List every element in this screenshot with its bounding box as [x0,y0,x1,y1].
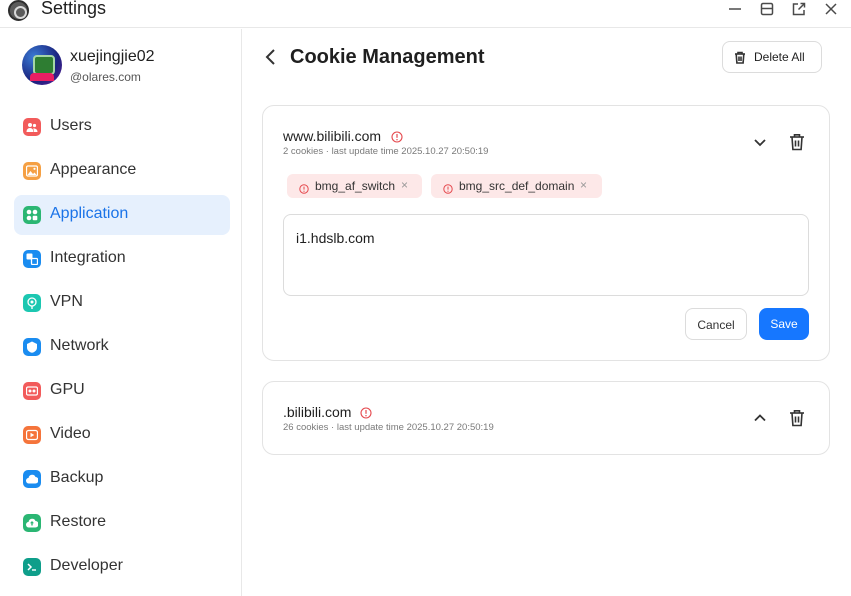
warning-info-icon [360,406,372,419]
avatar[interactable] [22,45,62,85]
cookie-domain-card: www.bilibili.com 2 cookies · last update… [262,105,830,361]
sidebar-item-label: Video [50,425,91,442]
title-bar: Settings [0,0,851,28]
trash-icon [734,51,746,64]
cookie-value-textarea[interactable]: i1.hdslb.com [283,214,809,296]
sidebar-item-label: Backup [50,469,104,486]
cookie-domain: .bilibili.com [283,404,352,420]
sidebar-item-label: Users [50,117,92,134]
cookie-chip-name: bmg_src_def_domain [459,179,575,193]
app-title: Settings [41,0,107,18]
save-button[interactable]: Save [759,308,809,340]
trash-icon[interactable] [789,133,805,151]
cookie-meta: 2 cookies · last update time 2025.10.27 … [283,146,489,157]
cookie-chip[interactable]: bmg_src_def_domain × [431,174,602,198]
backup-icon [23,470,41,488]
main-content: Cookie Management Delete All www.bilibil… [243,29,851,596]
sidebar-item-developer[interactable]: Developer [14,547,230,587]
sidebar-item-vpn[interactable]: VPN [14,283,230,323]
developer-icon [23,558,41,576]
cookie-domain-card: .bilibili.com 26 cookies · last update t… [262,381,830,455]
warning-info-icon [443,181,453,194]
cancel-button[interactable]: Cancel [685,308,747,340]
remove-chip-icon[interactable]: × [401,178,408,192]
cookie-chip-name: bmg_af_switch [315,179,396,193]
sidebar-item-gpu[interactable]: GPU [14,371,230,411]
warning-info-icon [299,181,309,194]
sidebar-item-label: Integration [50,249,126,266]
settings-app-icon [8,0,29,21]
chevron-up-icon[interactable] [752,410,768,426]
users-icon [23,118,41,136]
sidebar-item-video[interactable]: Video [14,415,230,455]
user-domain: @olares.com [70,70,141,84]
username: xuejingjie02 [70,48,155,65]
trash-icon[interactable] [789,409,805,427]
save-label: Save [770,317,798,331]
restore-icon[interactable] [759,1,775,17]
warning-info-icon [391,130,403,143]
delete-all-button[interactable]: Delete All [722,41,822,73]
cookie-value: i1.hdslb.com [296,230,375,246]
sidebar-nav: Users Appearance Application Integration… [14,107,230,591]
sidebar-item-label: Restore [50,513,107,530]
application-icon [23,206,41,224]
sidebar-item-integration[interactable]: Integration [14,239,230,279]
restore-icon [23,514,41,532]
sidebar-item-label: Application [50,205,129,222]
sidebar-item-users[interactable]: Users [14,107,230,147]
cookie-meta: 26 cookies · last update time 2025.10.27… [283,422,494,433]
minimize-icon[interactable] [727,1,743,17]
cookie-chip[interactable]: bmg_af_switch × [287,174,422,198]
sidebar: xuejingjie02 @olares.com Users Appearanc… [0,29,242,596]
popout-icon[interactable] [791,1,807,17]
sidebar-item-restore[interactable]: Restore [14,503,230,543]
vpn-icon [23,294,41,312]
network-icon [23,338,41,356]
close-icon[interactable] [823,1,839,17]
sidebar-item-label: Appearance [50,161,137,178]
cookie-domain: www.bilibili.com [283,128,382,144]
gpu-icon [23,382,41,400]
chevron-down-icon[interactable] [752,134,768,150]
sidebar-item-application[interactable]: Application [14,195,230,235]
sidebar-item-label: Network [50,337,109,354]
sidebar-item-network[interactable]: Network [14,327,230,367]
sidebar-item-label: Developer [50,557,123,574]
page-title: Cookie Management [290,46,485,68]
remove-chip-icon[interactable]: × [580,178,587,192]
delete-all-label: Delete All [754,50,805,64]
sidebar-item-label: VPN [50,293,83,310]
video-icon [23,426,41,444]
sidebar-item-backup[interactable]: Backup [14,459,230,499]
sidebar-item-label: GPU [50,381,85,398]
appearance-icon [23,162,41,180]
sidebar-item-appearance[interactable]: Appearance [14,151,230,191]
integration-icon [23,250,41,268]
cancel-label: Cancel [697,318,735,332]
back-arrow-icon[interactable] [261,47,281,67]
